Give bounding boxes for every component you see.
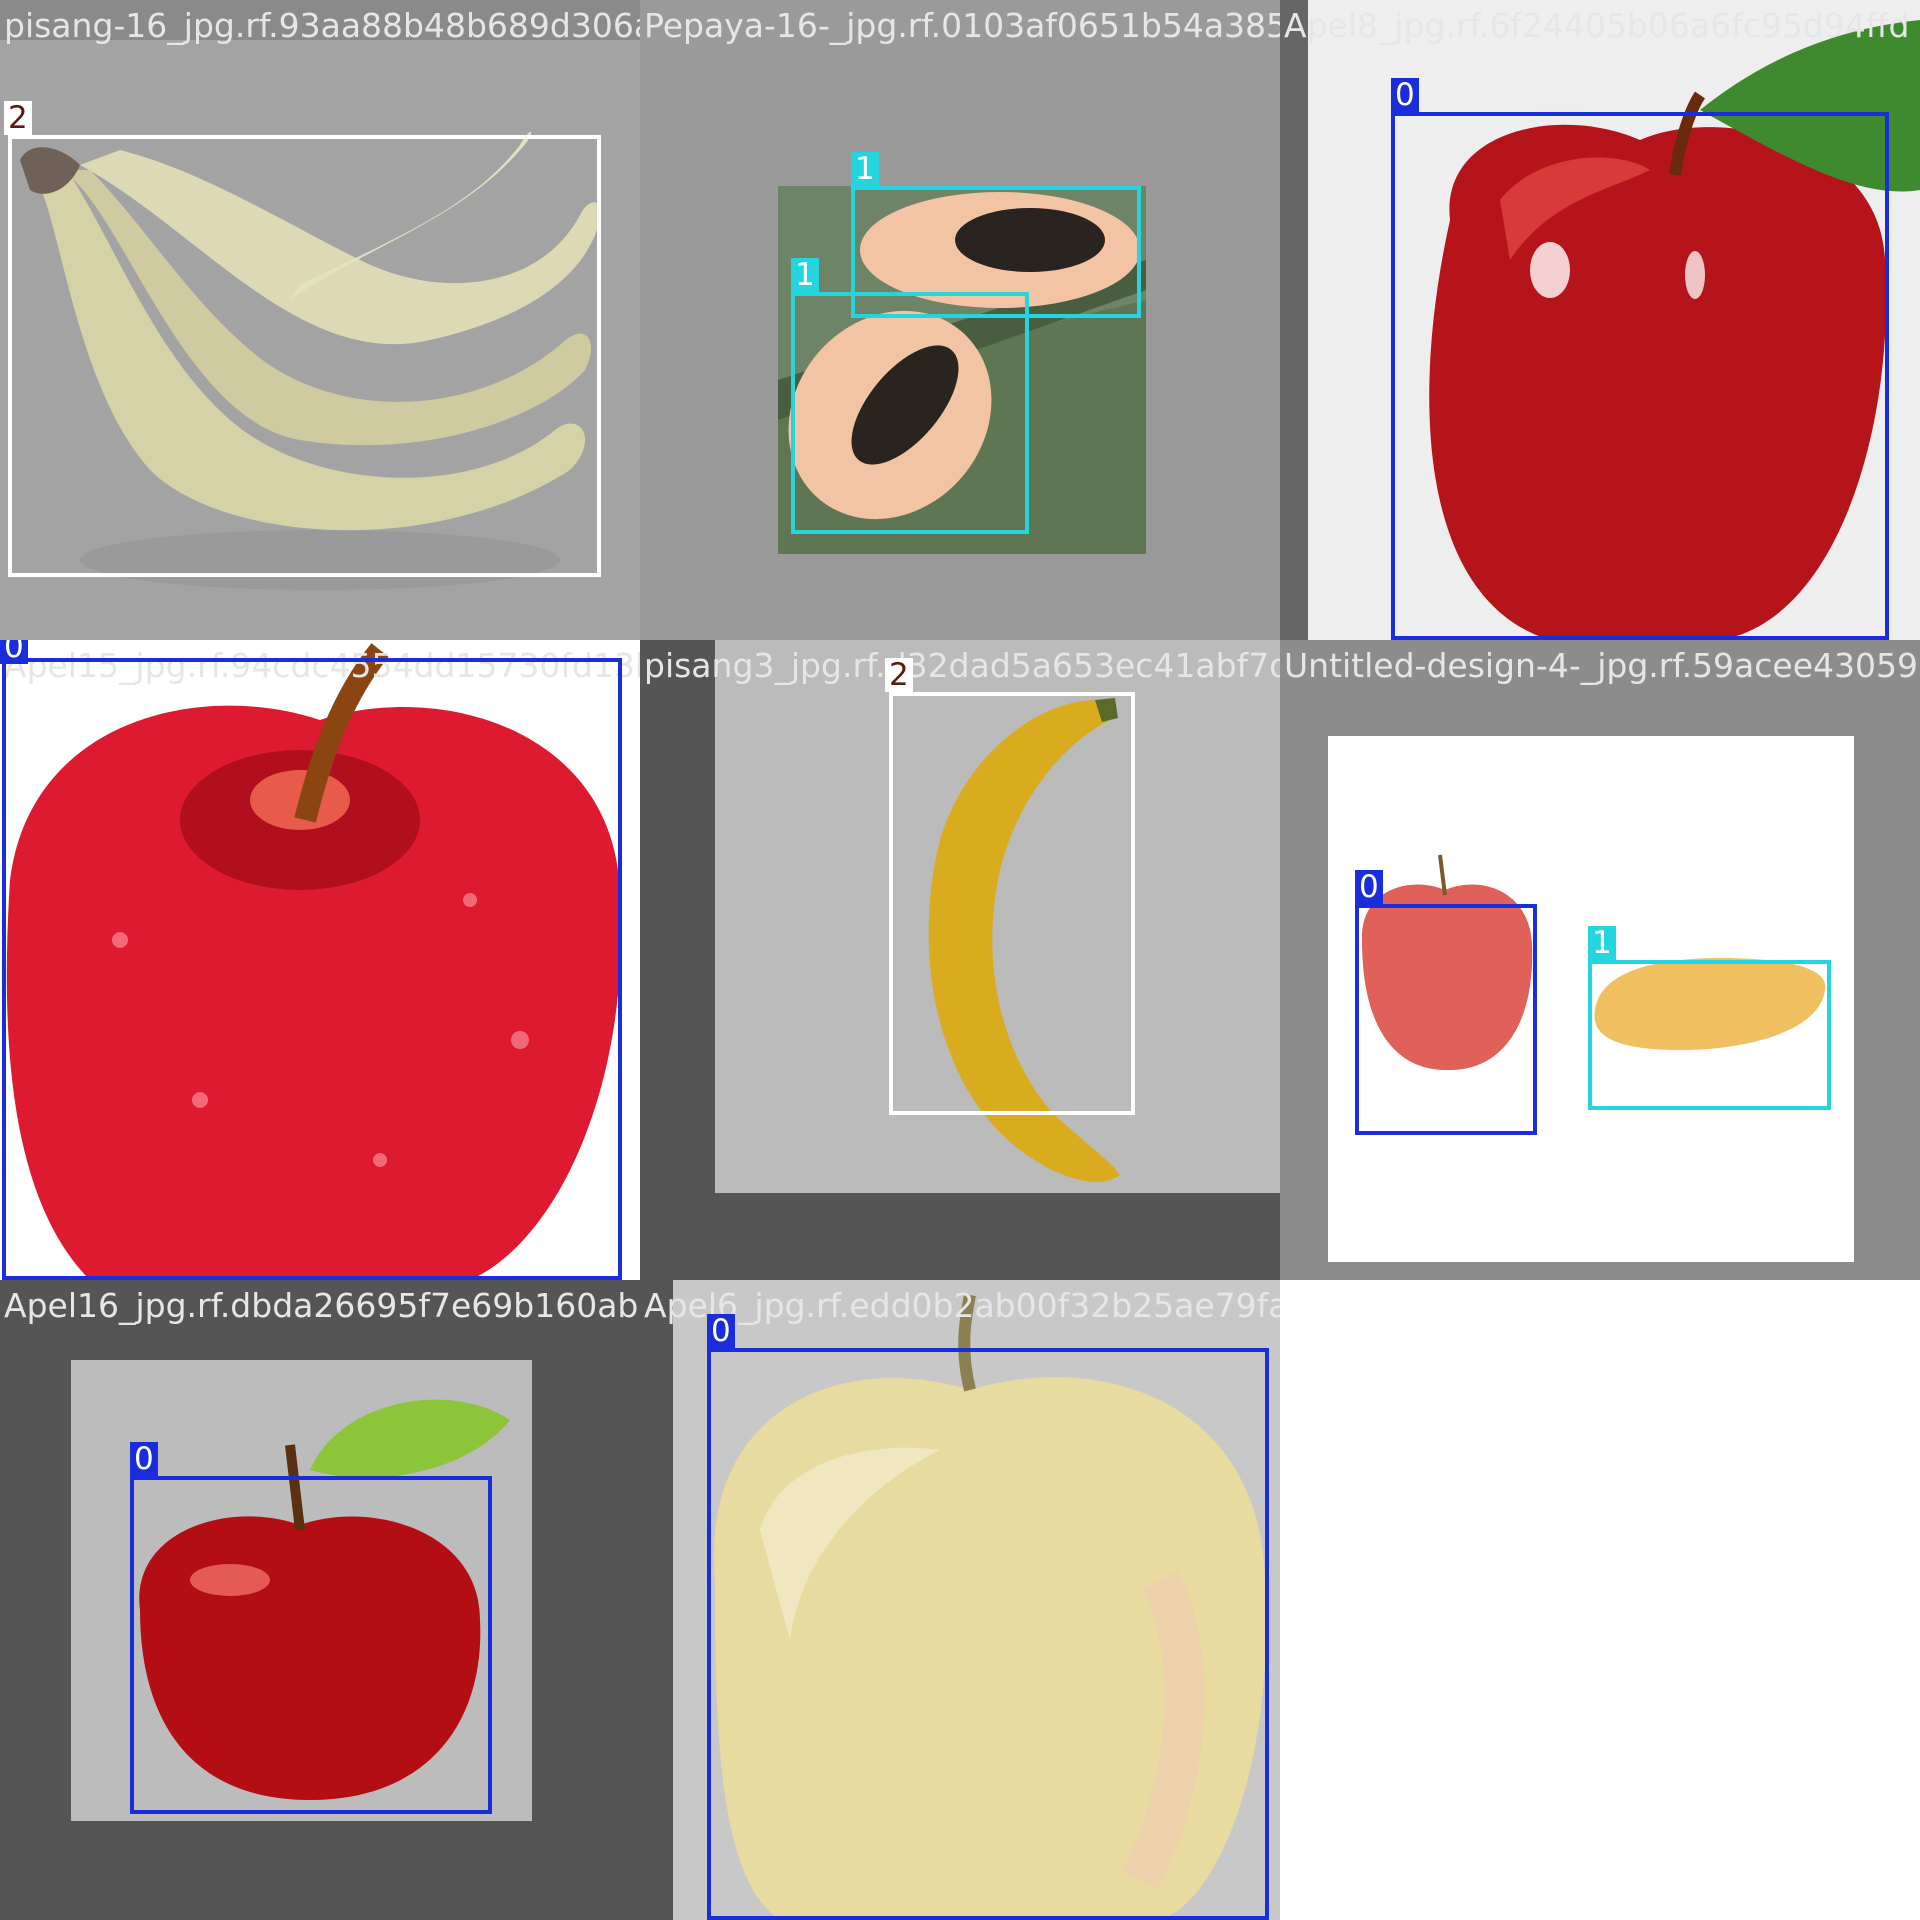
tile-caption: Apel16_jpg.rf.dbda26695f7e69b160ab5f6c5	[4, 1286, 640, 1325]
tile-caption: Pepaya-16-_jpg.rf.0103af0651b54a385a7d8	[644, 6, 1280, 45]
tile-caption: Untitled-design-4-_jpg.rf.59acee43059	[1284, 646, 1918, 685]
tile-caption: Apel6_jpg.rf.edd0b2ab00f32b25ae79fa7db80	[644, 1286, 1280, 1325]
class-label: 1	[791, 258, 819, 292]
bounding-box	[8, 135, 601, 577]
bounding-box	[707, 1348, 1269, 1920]
class-label: 1	[1588, 926, 1616, 960]
tile-caption: Apel8_jpg.rf.6f24405b06a6fc95d94ffd	[1284, 6, 1910, 45]
class-label: 2	[885, 658, 913, 692]
tile-banana-bunch: pisang-16_jpg.rf.93aa88b48b689d306aed76a…	[0, 0, 640, 640]
tile-empty	[1280, 1280, 1920, 1920]
bounding-box	[1355, 904, 1537, 1135]
tile-single-banana: pisang3_jpg.rf.d32dad5a653ec41abf7dbb08 …	[640, 640, 1280, 1280]
bounding-box	[889, 692, 1135, 1115]
class-label: 1	[851, 152, 879, 186]
tile-wet-red-apple: Apel15_jpg.rf.94cdc4554dd15730fd13b2531 …	[0, 640, 640, 1280]
class-label: 0	[707, 1314, 735, 1348]
detection-mosaic: pisang-16_jpg.rf.93aa88b48b689d306aed76a…	[0, 0, 1920, 1920]
bounding-box	[2, 658, 622, 1280]
tile-caption: pisang-16_jpg.rf.93aa88b48b689d306aed76a	[4, 6, 640, 45]
class-label: 2	[4, 101, 32, 135]
class-label: 0	[130, 1442, 158, 1476]
class-label: 0	[1355, 870, 1383, 904]
bounding-box	[791, 292, 1029, 534]
tile-apple-and-mango: Untitled-design-4-_jpg.rf.59acee43059 0 …	[1280, 640, 1920, 1280]
class-label: 0	[1391, 78, 1419, 112]
tile-papaya: Pepaya-16-_jpg.rf.0103af0651b54a385a7d8 …	[640, 0, 1280, 640]
bounding-box	[1391, 112, 1889, 640]
tile-caption: pisang3_jpg.rf.d32dad5a653ec41abf7dbb08	[644, 646, 1280, 685]
bounding-box	[130, 1476, 492, 1814]
tile-pale-apple: Apel6_jpg.rf.edd0b2ab00f32b25ae79fa7db80…	[640, 1280, 1280, 1920]
tile-red-apple-small: Apel16_jpg.rf.dbda26695f7e69b160ab5f6c5 …	[0, 1280, 640, 1920]
tile-red-apple-leaf: Apel8_jpg.rf.6f24405b06a6fc95d94ffd 0	[1280, 0, 1920, 640]
class-label: 0	[0, 640, 28, 664]
bounding-box	[1588, 960, 1831, 1110]
